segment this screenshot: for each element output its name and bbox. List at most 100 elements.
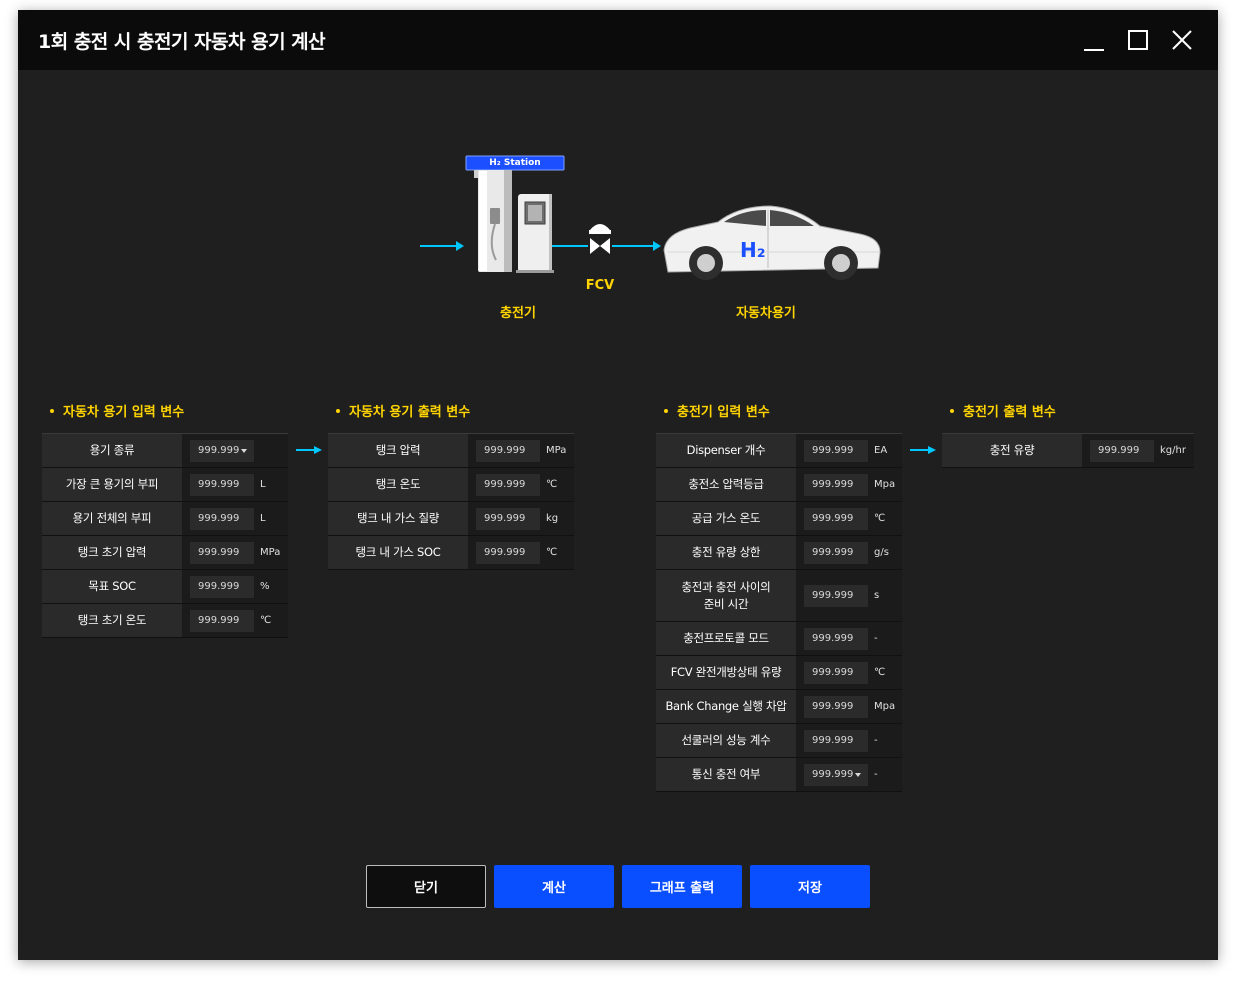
value-text: 999.999: [812, 513, 854, 524]
fcv-label: FCV: [585, 278, 615, 293]
value-dropdown[interactable]: 999.999: [804, 764, 868, 786]
outlet-arrow-icon: [612, 241, 661, 251]
vehicle-output-title: 자동차 용기 출력 변수: [336, 401, 470, 420]
value-input[interactable]: 999.999: [190, 508, 254, 530]
unit-label: ℃: [546, 479, 558, 490]
unit-label: kg/hr: [1160, 445, 1186, 456]
value-input[interactable]: 999.999: [804, 730, 868, 752]
value-text: 999.999: [198, 615, 240, 626]
value-input[interactable]: 999.999: [190, 474, 254, 496]
value-text: 999.999: [484, 445, 526, 456]
value-input[interactable]: 999.999: [190, 542, 254, 564]
calculation-window: 1회 충전 시 충전기 자동차 용기 계산 H₂ Station H₂ 충전기 …: [18, 10, 1218, 960]
charger-output-title: 충전기 출력 변수: [950, 401, 1056, 420]
table-row: 탱크 초기 온도 999.999 ℃: [42, 604, 288, 638]
save-button[interactable]: 저장: [750, 865, 870, 908]
table-row: 목표 SOC 999.999%: [42, 570, 288, 604]
row-label: 가장 큰 용기의 부피: [42, 468, 182, 501]
table-row: 탱크 온도 999.999 ℃: [328, 468, 574, 502]
table-row: Dispenser 개수 999.999 EA: [656, 434, 902, 468]
close-icon: [1172, 30, 1192, 50]
process-diagram: H₂ Station H₂ 충전기 FCV 자동차용기: [18, 70, 1218, 370]
table-row: 가장 큰 용기의 부피 999.999 L: [42, 468, 288, 502]
row-label: 탱크 온도: [328, 468, 468, 501]
row-label: 용기 종류: [42, 434, 182, 467]
value-input[interactable]: 999.999: [804, 508, 868, 530]
value-text: 999.999: [812, 633, 854, 644]
value-input[interactable]: 999.999: [804, 542, 868, 564]
row-label: 목표 SOC: [42, 570, 182, 603]
value-text: 999.999: [812, 590, 854, 601]
value-dropdown[interactable]: 999.999: [190, 440, 254, 462]
arrow-right-icon: [296, 446, 322, 454]
value-input[interactable]: 999.999: [190, 576, 254, 598]
minimize-button[interactable]: [1078, 24, 1110, 56]
unit-label: ℃: [874, 513, 886, 524]
unit-label: -: [874, 633, 878, 644]
row-label: 탱크 내 가스 질량: [328, 502, 468, 535]
row-label: 충전과 충전 사이의 준비 시간: [656, 570, 796, 621]
row-label: 충전프로토콜 모드: [656, 622, 796, 655]
station-label: 충전기: [500, 306, 536, 321]
row-label: Bank Change 실행 차압: [656, 690, 796, 723]
value-text: 999.999: [484, 513, 526, 524]
close-button[interactable]: 닫기: [366, 865, 486, 908]
maximize-icon: [1128, 30, 1148, 50]
row-label: 선쿨러의 성능 계수: [656, 724, 796, 757]
unit-label: g/s: [874, 547, 889, 558]
graph-output-button[interactable]: 그래프 출력: [622, 865, 742, 908]
value-input[interactable]: 999.999: [804, 628, 868, 650]
table-row: 용기 전체의 부피 999.999 L: [42, 502, 288, 536]
table-row: 충전 유량 999.999 kg/hr: [942, 434, 1194, 468]
unit-label: ℃: [874, 667, 886, 678]
value-input[interactable]: 999.999: [804, 696, 868, 718]
row-label: 용기 전체의 부피: [42, 502, 182, 535]
row-label: 탱크 내 가스 SOC: [328, 536, 468, 569]
vehicle-tank-label: 자동차용기: [736, 306, 796, 321]
maximize-button[interactable]: [1122, 24, 1154, 56]
value-text: 999.999: [812, 769, 854, 780]
window-title: 1회 충전 시 충전기 자동차 용기 계산: [38, 31, 326, 53]
value-input[interactable]: 999.999: [804, 585, 868, 607]
value-text: 999.999: [198, 513, 240, 524]
unit-label: Mpa: [874, 701, 896, 712]
value-input[interactable]: 999.999: [476, 440, 540, 462]
table-row: FCV 완전개방상태 유량 999.999 ℃: [656, 656, 902, 690]
charger-input-title: 충전기 입력 변수: [664, 401, 770, 420]
value-input[interactable]: 999.999: [190, 610, 254, 632]
title-bar: 1회 충전 시 충전기 자동차 용기 계산: [18, 10, 1218, 70]
calculate-button[interactable]: 계산: [494, 865, 614, 908]
value-text: 999.999: [812, 701, 854, 712]
car-h2-badge: H₂: [740, 238, 766, 262]
table-row: 공급 가스 온도 999.999 ℃: [656, 502, 902, 536]
value-text: 999.999: [198, 479, 240, 490]
unit-label: Mpa: [874, 479, 896, 490]
value-input[interactable]: 999.999: [476, 508, 540, 530]
close-window-button[interactable]: [1166, 24, 1198, 56]
value-text: 999.999: [812, 479, 854, 490]
value-text: 999.999: [198, 581, 240, 592]
row-label: 충전소 압력등급: [656, 468, 796, 501]
table-row: 충전 유량 상한 999.999 g/s: [656, 536, 902, 570]
fcv-valve-icon: [589, 224, 611, 254]
caret-down-icon: [855, 773, 861, 777]
diagram-graphic: [420, 155, 881, 280]
unit-label: EA: [874, 445, 888, 456]
caret-down-icon: [241, 449, 247, 453]
unit-label: MPa: [260, 547, 281, 558]
row-label: FCV 완전개방상태 유량: [656, 656, 796, 689]
row-label: 탱크 압력: [328, 434, 468, 467]
value-input[interactable]: 999.999: [804, 474, 868, 496]
value-text: 999.999: [198, 547, 240, 558]
value-input[interactable]: 999.999: [1090, 440, 1154, 462]
value-text: 999.999: [1098, 445, 1140, 456]
value-input[interactable]: 999.999: [476, 474, 540, 496]
row-label: 충전 유량 상한: [656, 536, 796, 569]
unit-label: kg: [546, 513, 559, 524]
table-row: 선쿨러의 성능 계수 999.999 -: [656, 724, 902, 758]
value-input[interactable]: 999.999: [804, 662, 868, 684]
unit-label: %: [260, 581, 270, 592]
value-input[interactable]: 999.999: [476, 542, 540, 564]
value-input[interactable]: 999.999: [804, 440, 868, 462]
value-text: 999.999: [812, 667, 854, 678]
